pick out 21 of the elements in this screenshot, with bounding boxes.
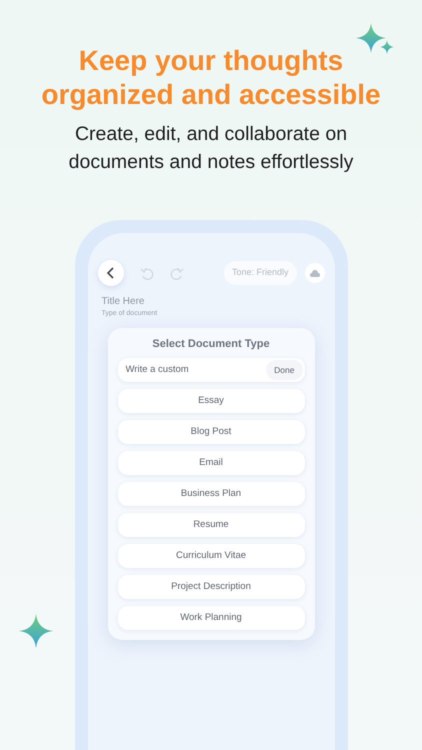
cloud-button[interactable] — [304, 263, 324, 283]
chevron-left-icon — [106, 267, 116, 279]
done-button[interactable]: Done — [266, 360, 302, 380]
document-type-option[interactable]: Business Plan — [118, 482, 304, 506]
document-type-option[interactable]: Email — [118, 451, 304, 475]
subtitle: Create, edit, and collaborate on documents and notes effortlessly — [68, 122, 354, 175]
headline: Keep your thoughts organized and accessible — [41, 44, 381, 112]
document-type-option[interactable]: Essay — [118, 389, 304, 413]
document-type-option[interactable]: Resume — [118, 513, 304, 537]
custom-type-field[interactable]: Write a custom Done — [118, 358, 304, 382]
document-type-option[interactable]: Curriculum Vitae — [118, 544, 304, 568]
cloud-icon — [310, 268, 320, 277]
redo-icon[interactable] — [170, 266, 184, 280]
back-button[interactable] — [98, 260, 124, 286]
document-type-option[interactable]: Work Planning — [118, 606, 304, 630]
document-type-option[interactable]: Project Description — [118, 575, 304, 599]
sparkle-icon — [19, 614, 53, 648]
document-title: Title Here — [102, 295, 146, 309]
undo-icon[interactable] — [140, 266, 154, 280]
sheet-title: Select Document Type — [151, 336, 271, 352]
document-type-option[interactable]: Blog Post — [118, 420, 304, 444]
